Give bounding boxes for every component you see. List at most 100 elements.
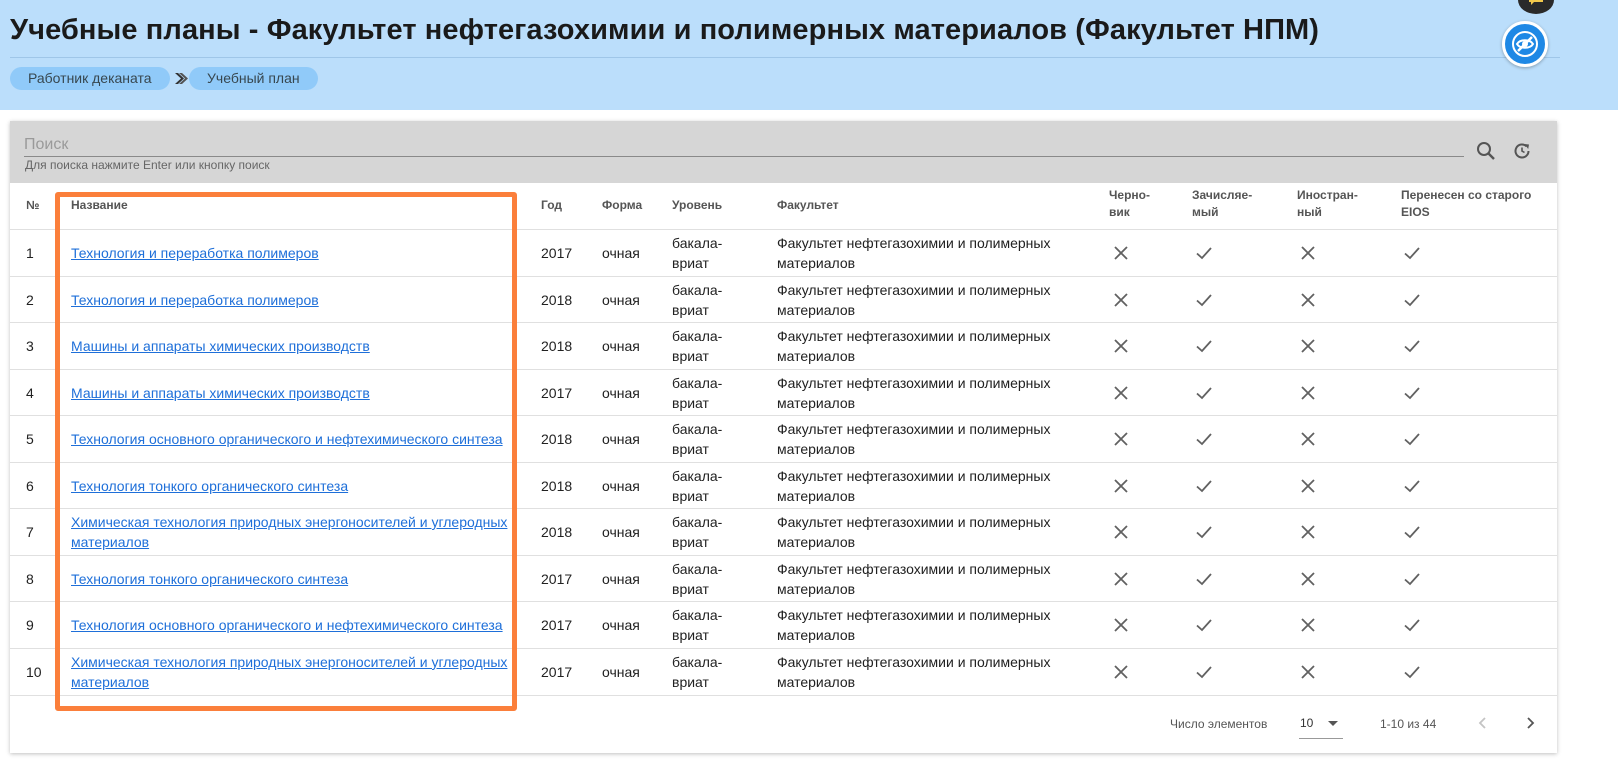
row-year: 2018: [541, 477, 573, 494]
curriculum-link[interactable]: Машины и аппараты химических производств: [71, 370, 511, 416]
level-line: вриат: [672, 255, 709, 271]
close-icon: [1301, 571, 1315, 586]
faculty-line: Факультет нефтегазохимии и полимерных: [777, 514, 1051, 530]
curriculum-name: Химическая технология природных энергоно…: [71, 653, 508, 690]
close-icon: [1301, 385, 1315, 400]
faculty-line: материалов: [777, 627, 856, 643]
search-bar: Для поиска нажмите Enter или кнопку поис…: [10, 121, 1557, 183]
close-icon: [1114, 339, 1128, 353]
check-icon: [1196, 247, 1212, 260]
close-icon: [1114, 432, 1128, 446]
page-size-select[interactable]: 10: [1299, 709, 1343, 739]
level-line: вриат: [672, 301, 709, 318]
curriculum-link[interactable]: Технология основного органического и неф…: [71, 416, 511, 462]
header-faculty: Факультет: [777, 197, 839, 214]
curriculum-link[interactable]: Технология тонкого органического синтеза: [71, 463, 511, 509]
curriculum-link[interactable]: Химическая технология природных энергоно…: [71, 509, 511, 555]
header-line: Название: [71, 198, 128, 212]
row-faculty: Факультет нефтегазохимии и полимерных мат…: [777, 419, 1050, 459]
close-icon: [1114, 571, 1128, 586]
row-form: очная: [602, 663, 640, 680]
faculty-line: материалов: [777, 394, 856, 411]
check-icon: [1404, 619, 1420, 632]
row-level: бакала-вриат: [672, 652, 722, 692]
curriculum-name: Технология тонкого органического синтеза: [71, 477, 349, 494]
row-level: бакала-вриат: [672, 419, 722, 459]
breadcrumb-dean-worker[interactable]: Работник деканата: [10, 67, 170, 90]
accessibility-button[interactable]: [1502, 21, 1548, 67]
faculty-line: Факультет нефтегазохимии и полимерных: [777, 235, 1051, 251]
row-form: очная: [602, 384, 640, 401]
row-year: 2018: [541, 524, 573, 540]
row-faculty: Факультет нефтегазохимии и полимерных мат…: [777, 652, 1050, 692]
close-icon: [1301, 292, 1315, 307]
breadcrumb-curriculum[interactable]: Учебный план: [189, 67, 318, 90]
table-row: 3 Машины и аппараты химических производст…: [10, 322, 1557, 369]
curriculum-link[interactable]: Технология и переработка полимеров: [71, 277, 511, 323]
level-line: бакала-: [672, 560, 723, 577]
row-number: 8: [26, 570, 34, 587]
search-button[interactable]: [1474, 139, 1498, 163]
close-icon: [1301, 246, 1315, 260]
row-number: 2: [26, 291, 34, 308]
level-line: бакала-: [672, 607, 723, 623]
level-line: бакала-: [672, 235, 723, 251]
faculty-line: Факультет нефтегазохимии и полимерных: [777, 467, 1051, 484]
faculty-line: Факультет нефтегазохимии и полимерных: [777, 328, 1051, 344]
row-year: 2018: [541, 431, 573, 447]
search-input[interactable]: [24, 133, 1464, 157]
check-icon: [1404, 433, 1420, 446]
row-form: очная: [602, 524, 640, 540]
header-line: мый: [1192, 205, 1219, 219]
close-icon: [1114, 525, 1128, 539]
level-line: бакала-: [672, 653, 723, 670]
row-faculty: Факультет нефтегазохимии и полимерных мат…: [777, 233, 1050, 273]
header-line: Зачисляе-: [1192, 188, 1253, 202]
check-icon: [1196, 619, 1212, 632]
level-line: бакала-: [672, 514, 723, 530]
header-line: Год: [541, 198, 562, 212]
level-line: вриат: [672, 534, 709, 550]
close-icon: [1114, 664, 1128, 679]
previous-page-button[interactable]: [1471, 711, 1495, 735]
curriculum-link[interactable]: Химическая технология природных энергоно…: [71, 649, 511, 695]
curriculum-link[interactable]: Технология основного органического и неф…: [71, 602, 511, 648]
row-number: 5: [26, 431, 34, 447]
next-page-button[interactable]: [1518, 711, 1542, 735]
level-line: вриат: [672, 580, 709, 597]
chat-button[interactable]: [1518, 0, 1554, 14]
row-form: очная: [602, 291, 640, 308]
curriculum-name: Химическая технология природных энергоно…: [71, 514, 508, 550]
curriculum-link[interactable]: Машины и аппараты химических производств: [71, 323, 511, 369]
table-row: 2 Технология и переработка полимеров 2018 о…: [10, 275, 1557, 323]
check-icon: [1196, 526, 1212, 539]
reset-button[interactable]: [1510, 139, 1534, 163]
close-icon: [1114, 478, 1128, 493]
row-form: очная: [602, 617, 640, 633]
header-line: EIOS: [1401, 205, 1430, 219]
faculty-line: Факультет нефтегазохимии и полимерных: [777, 607, 1051, 623]
close-icon: [1301, 339, 1315, 353]
row-faculty: Факультет нефтегазохимии и полимерных мат…: [777, 512, 1050, 552]
table-row: 1 Технология и переработка полимеров 2017 о…: [10, 229, 1557, 276]
header-line: Факультет: [777, 198, 839, 212]
level-line: вриат: [672, 348, 709, 364]
check-icon: [1404, 247, 1420, 260]
curriculum-link[interactable]: Технология тонкого органического синтеза: [71, 556, 511, 602]
row-form: очная: [602, 570, 640, 587]
header-line: Иностран-: [1297, 188, 1358, 202]
check-icon: [1404, 665, 1420, 678]
curriculum-link[interactable]: Технология и переработка полимеров: [71, 230, 511, 276]
curriculum-name: Технология основного органического и неф…: [71, 431, 503, 447]
check-icon: [1196, 433, 1212, 446]
curricula-card: Для поиска нажмите Enter или кнопку поис…: [10, 121, 1557, 753]
header-transferred: Перенесен со старого EIOS: [1401, 187, 1531, 221]
check-icon: [1196, 386, 1212, 399]
check-icon: [1404, 293, 1420, 306]
table-row: 5 Технология основного органического и не…: [10, 415, 1557, 462]
faculty-line: материалов: [777, 534, 856, 550]
check-icon: [1196, 665, 1212, 678]
close-icon: [1114, 618, 1128, 632]
table-row: 10 Химическая технология природных энерго…: [10, 647, 1557, 695]
header-enrolling: Зачисляе-мый: [1192, 187, 1252, 221]
